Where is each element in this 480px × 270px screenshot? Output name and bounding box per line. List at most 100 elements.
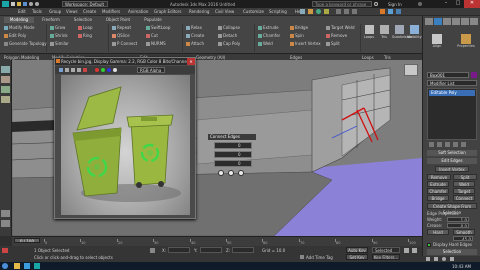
auto-key-button[interactable]: Auto Key [346, 247, 368, 253]
utilities-tab-icon[interactable] [470, 18, 478, 25]
target-weld-panel-button[interactable]: Target Weld [453, 188, 475, 200]
qslice-button[interactable]: QSlice [112, 33, 130, 38]
menu-item-group[interactable]: Group [49, 9, 66, 14]
maximize-viewport-icon[interactable] [450, 257, 454, 261]
similar-button[interactable]: Similar [50, 41, 69, 46]
link-tool-icon[interactable] [1, 210, 10, 217]
add-time-tag-button[interactable]: Add Time Tag [306, 255, 340, 260]
insert-vertex-panel-button[interactable]: Insert Vertex [435, 166, 469, 172]
clear-icon[interactable] [83, 68, 87, 72]
z-coord-field[interactable] [232, 247, 254, 253]
tab-selection[interactable]: Selection [68, 17, 98, 22]
tab-populate[interactable]: Populate [138, 17, 168, 22]
workspace-dropdown[interactable]: Workspace: Default [62, 1, 108, 7]
search-input[interactable]: Type a keyword or phrase [312, 1, 372, 7]
detach-button[interactable]: Detach [218, 33, 237, 38]
align-icon[interactable] [352, 9, 357, 14]
sign-in-link[interactable]: Sign In [388, 2, 408, 7]
viewcube[interactable] [404, 64, 418, 76]
threshold-spinner[interactable]: 45.0 [453, 236, 473, 241]
start-button-icon[interactable] [2, 263, 8, 269]
smooth-button[interactable]: Smooth [453, 229, 475, 235]
remove-modifier-icon[interactable] [453, 142, 458, 147]
caddy-apply-icon[interactable] [228, 170, 234, 176]
weld-panel-button[interactable]: Weld [453, 181, 475, 187]
modifier-list-dropdown[interactable]: Modifier List [427, 80, 477, 86]
chamfer-panel-button[interactable]: Chamfer [427, 188, 449, 194]
browser-taskbar-icon[interactable] [24, 263, 30, 269]
set-key-button[interactable]: Set Key [346, 254, 368, 260]
render-setup-icon[interactable] [380, 9, 385, 14]
show-end-result-icon[interactable] [437, 142, 442, 147]
select-object-icon[interactable] [300, 9, 305, 14]
red-channel-icon[interactable] [95, 68, 99, 72]
hard-button[interactable]: Hard [427, 229, 449, 235]
grow-button[interactable]: Grow [50, 25, 65, 30]
menu-item-graph-editors[interactable]: Graph Editors [154, 9, 189, 14]
tris-tool[interactable]: Tris [377, 24, 391, 46]
make-unique-icon[interactable] [445, 142, 450, 147]
create-tab-icon[interactable] [425, 18, 433, 25]
loop-button[interactable]: Loop [78, 25, 93, 30]
chamfer-button[interactable]: Chamfer [258, 33, 280, 38]
edit-poly-button[interactable]: Edit Poly [4, 33, 26, 38]
x-coord-field[interactable] [168, 247, 190, 253]
open-icon[interactable] [17, 2, 21, 6]
unlink-tool-icon[interactable] [1, 220, 10, 227]
motion-tab-icon[interactable] [452, 18, 460, 25]
help-icon[interactable] [418, 2, 422, 6]
menu-item-tools[interactable]: Tools [32, 9, 49, 14]
scale-tool-icon[interactable] [1, 96, 10, 103]
rendered-frame-window[interactable]: Recycle bin.jpg, Display Gamma: 2.2, RGB… [54, 57, 196, 219]
copy-image-icon[interactable] [65, 68, 69, 72]
maxscript-listener-icon[interactable] [2, 248, 8, 253]
generate-topology-button[interactable]: Generate Topology [4, 41, 47, 46]
target-weld-button[interactable]: Target Weld [326, 25, 354, 30]
play-button-icon[interactable] [404, 248, 409, 253]
align-tool[interactable]: Align [425, 34, 449, 56]
menu-item-civil-view[interactable]: Civil View [215, 9, 243, 14]
scale-icon[interactable] [324, 9, 329, 14]
rotate-icon[interactable] [316, 9, 321, 14]
collapse-button[interactable]: Collapse [218, 25, 240, 30]
menu-item-customize[interactable]: Customize [243, 9, 269, 14]
properties-tool[interactable]: Properties [453, 34, 479, 56]
relax-button[interactable]: Relax [186, 25, 202, 30]
render-window-close-button[interactable]: ✕ [187, 58, 195, 65]
create-button[interactable]: Create [186, 33, 204, 38]
menu-item-rendering[interactable]: Rendering [189, 9, 215, 14]
bridge-button[interactable]: Bridge [290, 25, 308, 30]
zoom-icon[interactable] [426, 257, 430, 261]
green-channel-icon[interactable] [101, 68, 105, 72]
loops-tool[interactable]: Loops [362, 24, 376, 46]
undo-icon[interactable] [29, 2, 33, 6]
render-icon[interactable] [388, 9, 393, 14]
key-filters-button[interactable]: Key Filters... [372, 254, 400, 260]
caddy-cancel-icon[interactable] [238, 170, 244, 176]
close-button[interactable]: ✕ [464, 0, 480, 8]
soft-selection-rollout[interactable]: Soft Selection [427, 150, 477, 156]
cut-button[interactable]: Cut [146, 33, 158, 38]
y-coord-field[interactable] [200, 247, 222, 253]
save-image-icon[interactable] [59, 68, 63, 72]
split-button[interactable]: Split [326, 41, 340, 46]
create-shape-panel-button[interactable]: Create Shape From Selection [427, 203, 477, 215]
maximize-button[interactable]: □ [452, 0, 464, 8]
explorer-taskbar-icon[interactable] [14, 263, 20, 269]
menu-item-scripting[interactable]: Scripting [269, 9, 295, 14]
snap-icon[interactable] [336, 9, 341, 14]
move-tool-icon[interactable] [1, 76, 10, 83]
selected-dropdown[interactable]: Selected [372, 247, 400, 253]
split-panel-button[interactable]: Split [453, 174, 477, 180]
clone-window-icon[interactable] [71, 68, 75, 72]
tab-modeling[interactable]: Modeling [4, 17, 34, 23]
weld-button[interactable]: Weld [258, 41, 273, 46]
hierarchy-tab-icon[interactable] [443, 18, 451, 25]
lock-selection-icon[interactable] [150, 248, 155, 253]
display-hard-edges-checkbox[interactable] [427, 243, 431, 247]
caddy-ok-icon[interactable] [218, 170, 224, 176]
tab-freeform[interactable]: Freeform [36, 17, 66, 22]
menu-item-edit[interactable]: Edit [18, 9, 32, 14]
spin-button[interactable]: Spin [290, 33, 304, 38]
visibility-tool[interactable]: Visibility [407, 24, 422, 46]
